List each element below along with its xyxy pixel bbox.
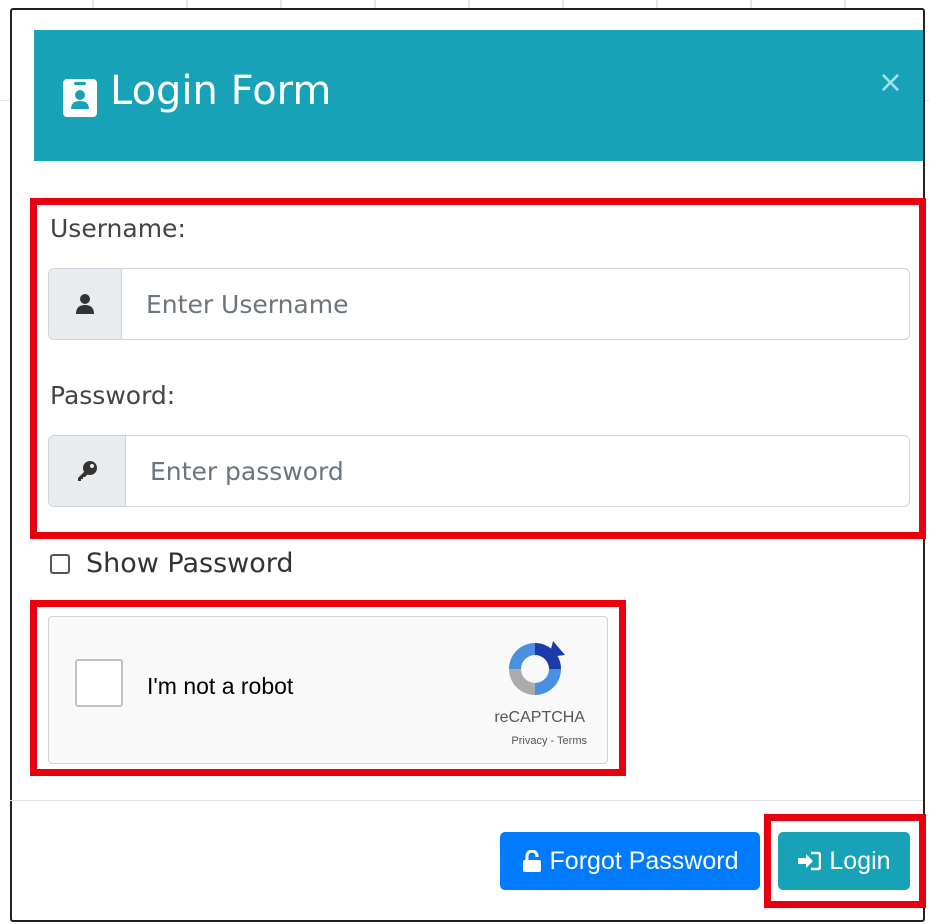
forgot-password-button[interactable]: Forgot Password bbox=[500, 832, 760, 890]
footer-divider bbox=[10, 800, 923, 801]
modal-title: Login Form bbox=[110, 68, 332, 114]
id-badge-icon bbox=[63, 79, 97, 117]
close-button[interactable]: × bbox=[878, 68, 903, 98]
unlock-icon bbox=[522, 850, 541, 872]
show-password-label: Show Password bbox=[86, 548, 294, 579]
show-password-row: Show Password bbox=[50, 548, 294, 579]
highlight-login bbox=[764, 814, 926, 908]
forgot-password-label: Forgot Password bbox=[549, 846, 739, 875]
show-password-checkbox[interactable] bbox=[50, 553, 70, 574]
modal-header: Login Form × bbox=[34, 30, 923, 161]
highlight-credentials bbox=[30, 198, 926, 539]
highlight-captcha bbox=[30, 600, 626, 776]
